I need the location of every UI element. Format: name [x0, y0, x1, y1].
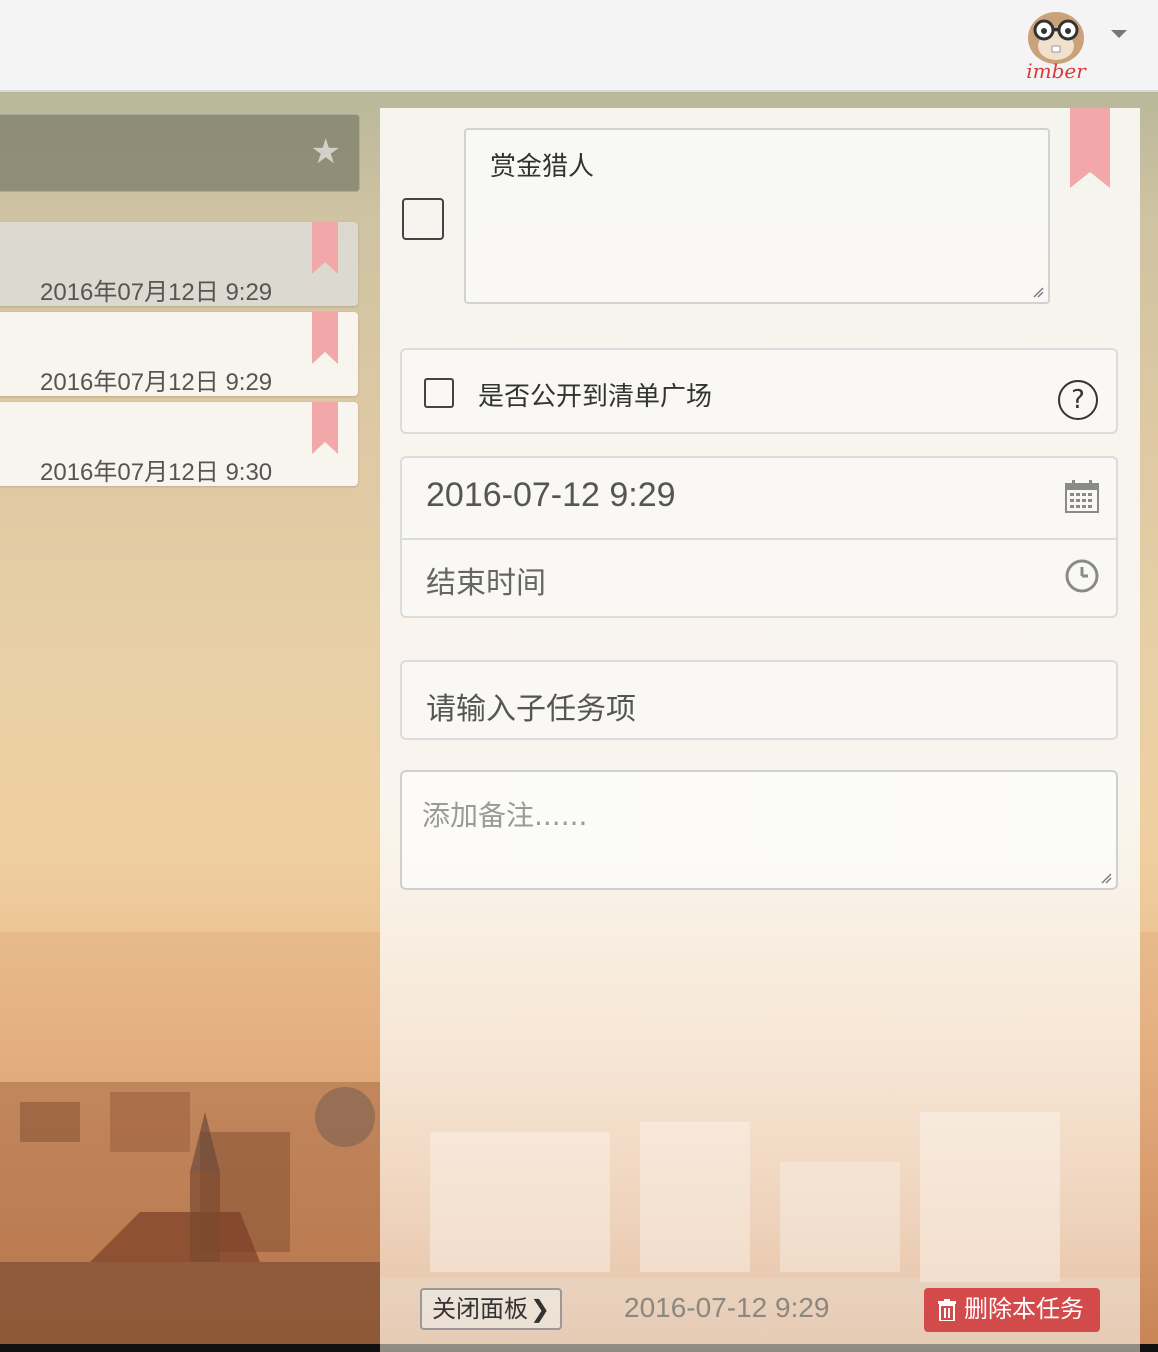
public-checkbox[interactable] — [424, 378, 454, 408]
end-time-field[interactable]: 结束时间 — [402, 538, 1116, 618]
star-icon[interactable]: ★ — [311, 135, 341, 169]
subtask-input[interactable]: 请输入子任务项 — [400, 660, 1118, 740]
task-date: 2016年07月12日 9:29 — [40, 279, 273, 306]
top-bar: imber — [0, 0, 1158, 92]
task-card[interactable]: 2016年07月12日 9:29 — [0, 222, 358, 306]
task-card[interactable]: 2016年07月12日 9:30 — [0, 402, 358, 486]
caret-down-icon[interactable] — [1111, 30, 1127, 38]
panel-footer: 关闭面板❯ 2016-07-12 9:29 删除本任务 — [380, 1278, 1140, 1344]
delete-task-button[interactable]: 删除本任务 — [924, 1288, 1100, 1332]
subtask-placeholder: 请输入子任务项 — [426, 692, 636, 727]
resize-handle-icon[interactable] — [1100, 872, 1112, 884]
close-panel-button[interactable]: 关闭面板❯ — [420, 1288, 563, 1330]
task-complete-checkbox[interactable] — [402, 198, 444, 240]
task-date: 2016年07月12日 9:30 — [40, 459, 273, 486]
bookmark-ribbon-icon — [312, 222, 338, 274]
public-toggle-row: 是否公开到清单广场 ? — [400, 348, 1118, 434]
time-fields: 2016-07-12 9:29 结束时间 — [400, 456, 1118, 618]
trash-icon — [938, 1299, 956, 1321]
task-title-text: 赏金猎人 — [490, 152, 595, 182]
task-title-textarea[interactable]: 赏金猎人 — [464, 128, 1050, 304]
task-detail-panel: 赏金猎人 是否公开到清单广场 ? 2016-07-12 9:29 结束时间 请输… — [380, 108, 1140, 1352]
list-header[interactable]: ★ — [0, 114, 360, 192]
note-textarea[interactable]: 添加备注...... — [400, 770, 1118, 890]
bookmark-ribbon-icon[interactable] — [1070, 108, 1110, 188]
chevron-right-icon: ❯ — [530, 1295, 551, 1323]
public-label: 是否公开到清单广场 — [478, 382, 713, 412]
close-panel-label: 关闭面板 — [432, 1295, 528, 1323]
created-date: 2016-07-12 9:29 — [624, 1292, 830, 1323]
note-placeholder: 添加备注...... — [422, 799, 588, 832]
start-time-field[interactable]: 2016-07-12 9:29 — [402, 458, 1116, 540]
start-time-value: 2016-07-12 9:29 — [426, 476, 676, 514]
task-card[interactable]: 2016年07月12日 9:29 — [0, 312, 358, 396]
delete-task-label: 删除本任务 — [964, 1295, 1084, 1323]
question-icon[interactable]: ? — [1058, 380, 1098, 420]
end-time-placeholder: 结束时间 — [426, 566, 546, 601]
calendar-icon[interactable] — [1064, 478, 1100, 514]
hamster-mascot-logo[interactable]: imber — [1014, 0, 1098, 84]
clock-icon[interactable] — [1064, 558, 1100, 594]
resize-handle-icon[interactable] — [1032, 286, 1044, 298]
bookmark-ribbon-icon — [312, 312, 338, 364]
svg-text:imber: imber — [1026, 59, 1087, 83]
task-date: 2016年07月12日 9:29 — [40, 369, 273, 396]
bookmark-ribbon-icon — [312, 402, 338, 454]
